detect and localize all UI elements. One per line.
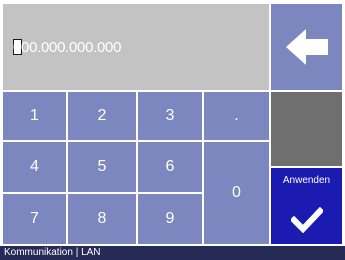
arrow-left-icon: [285, 29, 328, 65]
key-label: 1: [30, 107, 39, 124]
key-0[interactable]: 0: [204, 142, 269, 244]
key-label: 3: [165, 107, 175, 124]
key-7[interactable]: 7: [3, 194, 66, 244]
checkmark-icon: [291, 207, 323, 233]
key-label: 0: [232, 184, 241, 201]
ip-address-value: 000.000.000.000: [13, 38, 122, 56]
backspace-button[interactable]: [271, 4, 342, 90]
key-5[interactable]: 5: [68, 142, 136, 192]
key-label: 6: [165, 158, 175, 175]
ip-keypad-screen: 000.000.000.000 Anwenden 1 2 3 . 4 5 6 0…: [0, 0, 345, 260]
key-label: 5: [97, 158, 107, 175]
key-label: 8: [97, 210, 107, 227]
status-bar: Kommunikation | LAN: [0, 246, 345, 260]
key-label: 2: [97, 107, 107, 124]
key-label: 9: [165, 210, 175, 227]
key-4[interactable]: 4: [3, 142, 66, 192]
key-1[interactable]: 1: [3, 92, 66, 140]
key-6[interactable]: 6: [138, 142, 202, 192]
key-label: .: [234, 107, 239, 124]
apply-label: Anwenden: [282, 175, 331, 186]
key-8[interactable]: 8: [68, 194, 136, 244]
status-text: Kommunikation | LAN: [4, 247, 101, 258]
key-9[interactable]: 9: [138, 194, 202, 244]
apply-button[interactable]: Anwenden: [271, 168, 342, 244]
key-3[interactable]: 3: [138, 92, 202, 140]
key-2[interactable]: 2: [68, 92, 136, 140]
ip-address-display[interactable]: 000.000.000.000: [3, 4, 269, 90]
blank-panel: [271, 92, 342, 166]
key-dot[interactable]: .: [204, 92, 269, 140]
key-label: 4: [30, 158, 39, 175]
key-label: 7: [30, 210, 39, 227]
